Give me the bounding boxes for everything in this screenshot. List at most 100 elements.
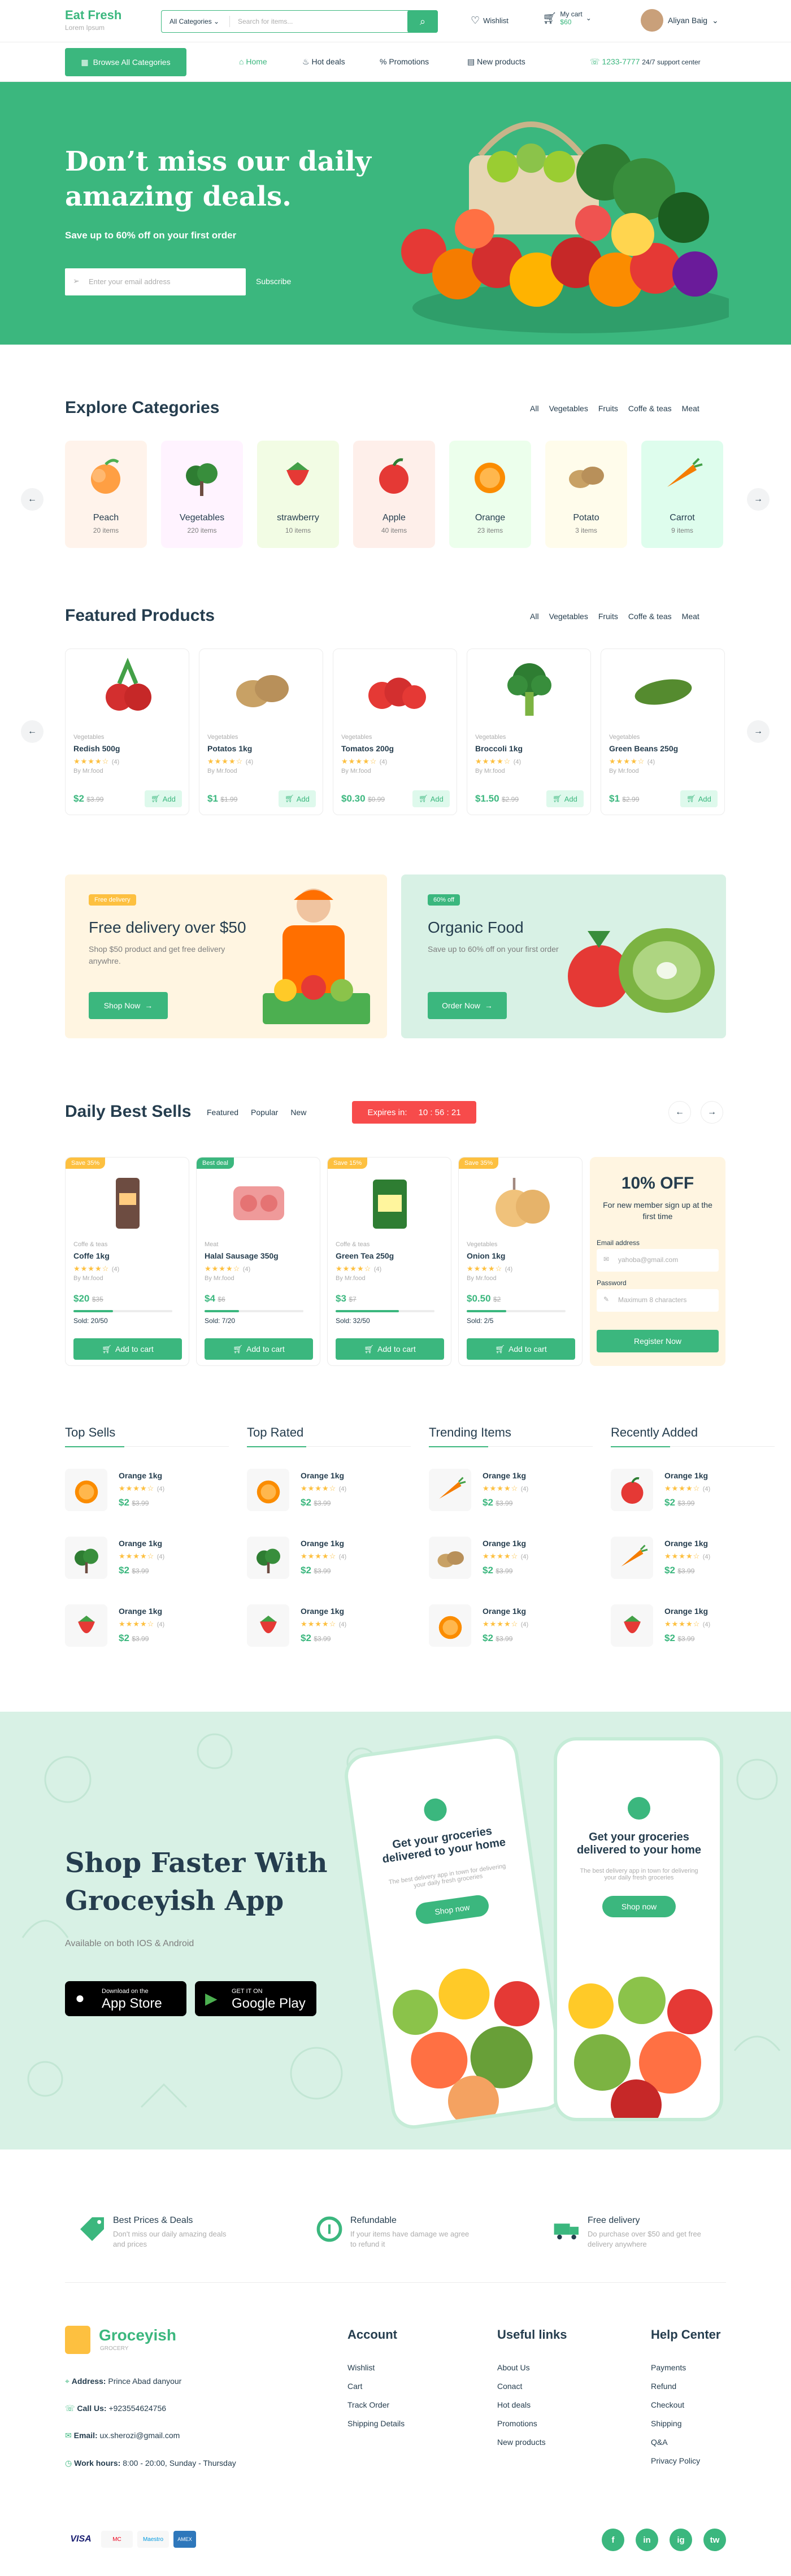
add-button[interactable]: 🛒︎ Add — [546, 790, 584, 807]
product-name[interactable]: Redish 500g — [73, 744, 120, 753]
nav-item-home[interactable]: ⌂ Home — [239, 57, 267, 66]
tab-fruits[interactable]: Fruits — [598, 612, 618, 621]
add-to-cart-button[interactable]: 🛒︎ Add to cart — [205, 1338, 313, 1360]
footer-link[interactable]: Privacy Policy — [651, 2456, 700, 2465]
tab-meat[interactable]: Meat — [682, 612, 699, 621]
list-item[interactable]: Orange 1kg ★★★★☆ (4) $2 $3.99 — [247, 1604, 416, 1661]
cart-link[interactable]: 🛒︎ My cart $60 ⌄ — [542, 10, 592, 26]
category-card[interactable]: Orange 23 items — [449, 441, 531, 548]
product-name[interactable]: Potatos 1kg — [207, 744, 252, 753]
list-item[interactable]: Orange 1kg ★★★★☆ (4) $2 $3.99 — [611, 1537, 780, 1593]
add-button[interactable]: 🛒︎ Add — [680, 790, 718, 807]
footer-link[interactable]: Payments — [651, 2363, 686, 2372]
twitter-icon[interactable]: tw — [703, 2529, 726, 2551]
category-card[interactable]: Apple 40 items — [353, 441, 435, 548]
support-phone[interactable]: ☏ 1233-7777 24/7 support center — [590, 57, 701, 67]
product-name[interactable]: Coffe 1kg — [73, 1251, 110, 1260]
tab-coffe-teas[interactable]: Coffe & teas — [628, 612, 672, 621]
footer-link[interactable]: About Us — [497, 2363, 530, 2372]
list-item[interactable]: Orange 1kg ★★★★☆ (4) $2 $3.99 — [429, 1604, 598, 1661]
tab-coffe-teas[interactable]: Coffe & teas — [628, 404, 672, 413]
footer-link[interactable]: New products — [497, 2438, 546, 2447]
footer-link[interactable]: Shipping Details — [347, 2419, 405, 2428]
signup-email-input[interactable]: ✉ yahoba@gmail.com — [597, 1249, 719, 1272]
product-card[interactable]: Vegetables Broccoli 1kg ★★★★☆ (4) By Mr.foo… — [467, 649, 591, 815]
search-button[interactable]: ⌕ — [407, 10, 438, 33]
list-item[interactable]: Orange 1kg ★★★★☆ (4) $2 $3.99 — [611, 1469, 780, 1525]
footer-link[interactable]: Wishlist — [347, 2363, 375, 2372]
list-item[interactable]: Orange 1kg ★★★★☆ (4) $2 $3.99 — [65, 1604, 234, 1661]
order-now-button[interactable]: Order Now → — [428, 992, 507, 1019]
footer-link[interactable]: Cart — [347, 2382, 362, 2391]
product-name[interactable]: Green Tea 250g — [336, 1251, 394, 1260]
hero-email-input[interactable]: ➢ Enter your email address — [65, 268, 246, 295]
list-item[interactable]: Orange 1kg ★★★★☆ (4) $2 $3.99 — [65, 1469, 234, 1525]
tab-vegetables[interactable]: Vegetables — [549, 612, 588, 621]
add-button[interactable]: 🛒︎ Add — [279, 790, 316, 807]
footer-link[interactable]: Shipping — [651, 2419, 682, 2428]
product-card[interactable]: Vegetables Tomatos 200g ★★★★☆ (4) By Mr.foo… — [333, 649, 457, 815]
tab-meat[interactable]: Meat — [682, 404, 699, 413]
category-card[interactable]: Peach 20 items — [65, 441, 147, 548]
footer-brand[interactable]: Groceyish — [99, 2326, 176, 2344]
tab-all[interactable]: All — [530, 404, 539, 413]
daily-product-card[interactable]: Best deal Meat Halal Sausage 350g ★★★★☆ (4)… — [196, 1157, 320, 1366]
linkedin-icon[interactable]: in — [636, 2529, 658, 2551]
instagram-icon[interactable]: ig — [670, 2529, 692, 2551]
daily-product-card[interactable]: Save 35% Coffe & teas Coffe 1kg ★★★★☆ (4) By… — [65, 1157, 189, 1366]
next-arrow-icon[interactable]: → — [747, 720, 770, 743]
tab-featured[interactable]: Featured — [207, 1108, 238, 1117]
product-name[interactable]: Onion 1kg — [467, 1251, 505, 1260]
footer-link[interactable]: Checkout — [651, 2400, 684, 2409]
product-card[interactable]: Vegetables Potatos 1kg ★★★★☆ (4) By Mr.food… — [199, 649, 323, 815]
list-item[interactable]: Orange 1kg ★★★★☆ (4) $2 $3.99 — [65, 1537, 234, 1593]
search-input[interactable]: Search for items... — [238, 18, 293, 25]
shop-now-button[interactable]: Shop Now → — [89, 992, 168, 1019]
product-name[interactable]: Broccoli 1kg — [475, 744, 523, 753]
nav-item-hot-deals[interactable]: ♨ Hot deals — [302, 57, 345, 67]
category-card[interactable]: Potato 3 items — [545, 441, 627, 548]
tab-all[interactable]: All — [530, 612, 539, 621]
subscribe-button[interactable]: Subscribe — [256, 277, 291, 286]
footer-link[interactable]: Conact — [497, 2382, 522, 2391]
tab-new[interactable]: New — [290, 1108, 306, 1117]
footer-link[interactable]: Q&A — [651, 2438, 668, 2447]
footer-link[interactable]: Promotions — [497, 2419, 537, 2428]
signup-password-input[interactable]: ✎ Maximum 8 characters — [597, 1289, 719, 1312]
daily-product-card[interactable]: Save 35% Vegetables Onion 1kg ★★★★☆ (4) By M… — [458, 1157, 583, 1366]
tab-vegetables[interactable]: Vegetables — [549, 404, 588, 413]
register-button[interactable]: Register Now — [597, 1330, 719, 1352]
footer-link[interactable]: Hot deals — [497, 2400, 531, 2409]
facebook-icon[interactable]: f — [602, 2529, 624, 2551]
footer-link[interactable]: Refund — [651, 2382, 676, 2391]
add-to-cart-button[interactable]: 🛒︎ Add to cart — [336, 1338, 444, 1360]
list-item[interactable]: Orange 1kg ★★★★☆ (4) $2 $3.99 — [247, 1537, 416, 1593]
wishlist-link[interactable]: ♡ Wishlist — [471, 15, 508, 27]
add-to-cart-button[interactable]: 🛒︎ Add to cart — [73, 1338, 182, 1360]
list-item[interactable]: Orange 1kg ★★★★☆ (4) $2 $3.99 — [429, 1537, 598, 1593]
app-store-button[interactable]: ● Download on the App Store — [65, 1981, 186, 2016]
nav-item-new-products[interactable]: ▤ New products — [467, 57, 525, 67]
next-arrow-icon[interactable]: → — [701, 1101, 723, 1124]
list-item[interactable]: Orange 1kg ★★★★☆ (4) $2 $3.99 — [247, 1469, 416, 1525]
product-name[interactable]: Halal Sausage 350g — [205, 1251, 279, 1260]
tab-popular[interactable]: Popular — [251, 1108, 278, 1117]
add-to-cart-button[interactable]: 🛒︎ Add to cart — [467, 1338, 575, 1360]
prev-arrow-icon[interactable]: ← — [21, 488, 44, 511]
category-card[interactable]: Carrot 9 items — [641, 441, 723, 548]
nav-item-promotions[interactable]: % Promotions — [380, 57, 429, 66]
product-card[interactable]: Vegetables Green Beans 250g ★★★★☆ (4) By Mr… — [601, 649, 725, 815]
prev-arrow-icon[interactable]: ← — [668, 1101, 691, 1124]
list-item[interactable]: Orange 1kg ★★★★☆ (4) $2 $3.99 — [429, 1469, 598, 1525]
product-card[interactable]: Vegetables Redish 500g ★★★★☆ (4) By Mr.food… — [65, 649, 189, 815]
category-select[interactable]: All Categories ⌄ — [169, 18, 219, 25]
logo[interactable]: Eat Fresh — [65, 8, 121, 23]
tab-fruits[interactable]: Fruits — [598, 404, 618, 413]
google-play-button[interactable]: ▶ GET IT ON Google Play — [195, 1981, 316, 2016]
category-card[interactable]: Vegetables 220 items — [161, 441, 243, 548]
add-button[interactable]: 🛒︎ Add — [412, 790, 450, 807]
next-arrow-icon[interactable]: → — [747, 488, 770, 511]
add-button[interactable]: 🛒︎ Add — [145, 790, 182, 807]
browse-categories-button[interactable]: ▦ Browse All Categories — [65, 48, 186, 76]
footer-link[interactable]: Track Order — [347, 2400, 389, 2409]
